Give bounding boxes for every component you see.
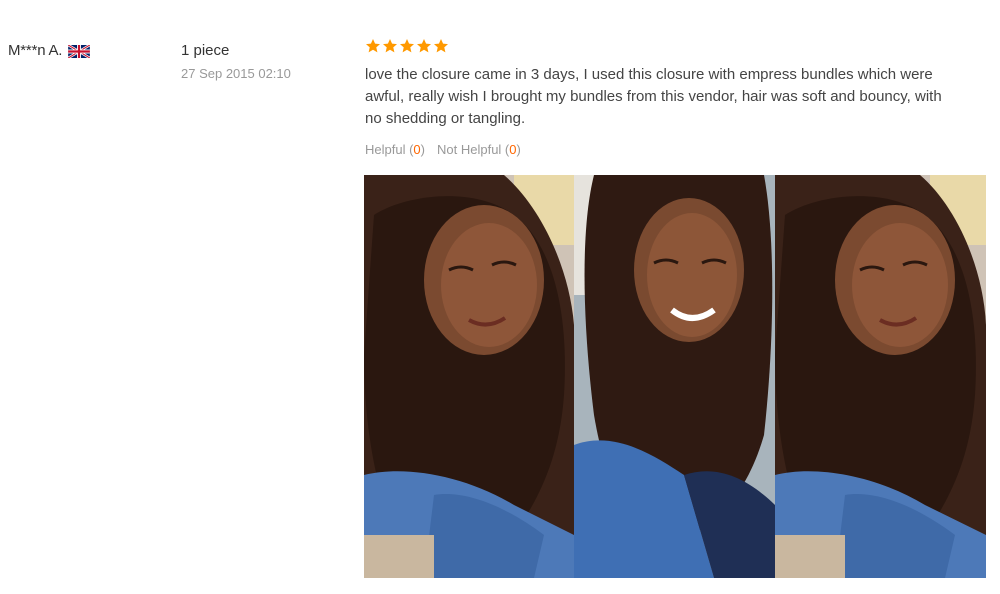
reviewer-info: M***n A. <box>8 42 91 60</box>
star-icon <box>400 39 414 53</box>
uk-flag-icon <box>67 43 91 60</box>
review-photo-3[interactable] <box>775 175 986 578</box>
feedback-row: Helpful (0) Not Helpful (0) <box>365 142 965 157</box>
star-icon <box>417 39 431 53</box>
not-helpful-label: Not Helpful <box>437 142 502 157</box>
review-text: love the closure came in 3 days, I used … <box>365 66 942 127</box>
helpful-label: Helpful <box>365 142 406 157</box>
star-rating <box>365 38 965 54</box>
helpful-count: 0 <box>413 142 421 157</box>
star-icon <box>434 39 448 53</box>
review-content: love the closure came in 3 days, I used … <box>365 38 965 157</box>
order-quantity: 1 piece <box>181 42 230 59</box>
review-photos <box>364 175 986 578</box>
reviewer-name: M***n A. <box>8 42 63 59</box>
order-info: 1 piece 27 Sep 2015 02:10 <box>181 42 291 82</box>
not-helpful-button[interactable]: Not Helpful (0) <box>437 142 521 157</box>
review-photo-1[interactable] <box>364 175 574 578</box>
not-helpful-count: 0 <box>509 142 517 157</box>
review-photo-2[interactable] <box>574 175 775 578</box>
star-icon <box>383 39 397 53</box>
review-date: 27 Sep 2015 02:10 <box>181 66 291 81</box>
review-item: M***n A. 1 piece 27 Sep 2015 02:10 love … <box>0 0 1000 594</box>
star-icon <box>366 39 380 53</box>
helpful-button[interactable]: Helpful (0) <box>365 142 425 157</box>
